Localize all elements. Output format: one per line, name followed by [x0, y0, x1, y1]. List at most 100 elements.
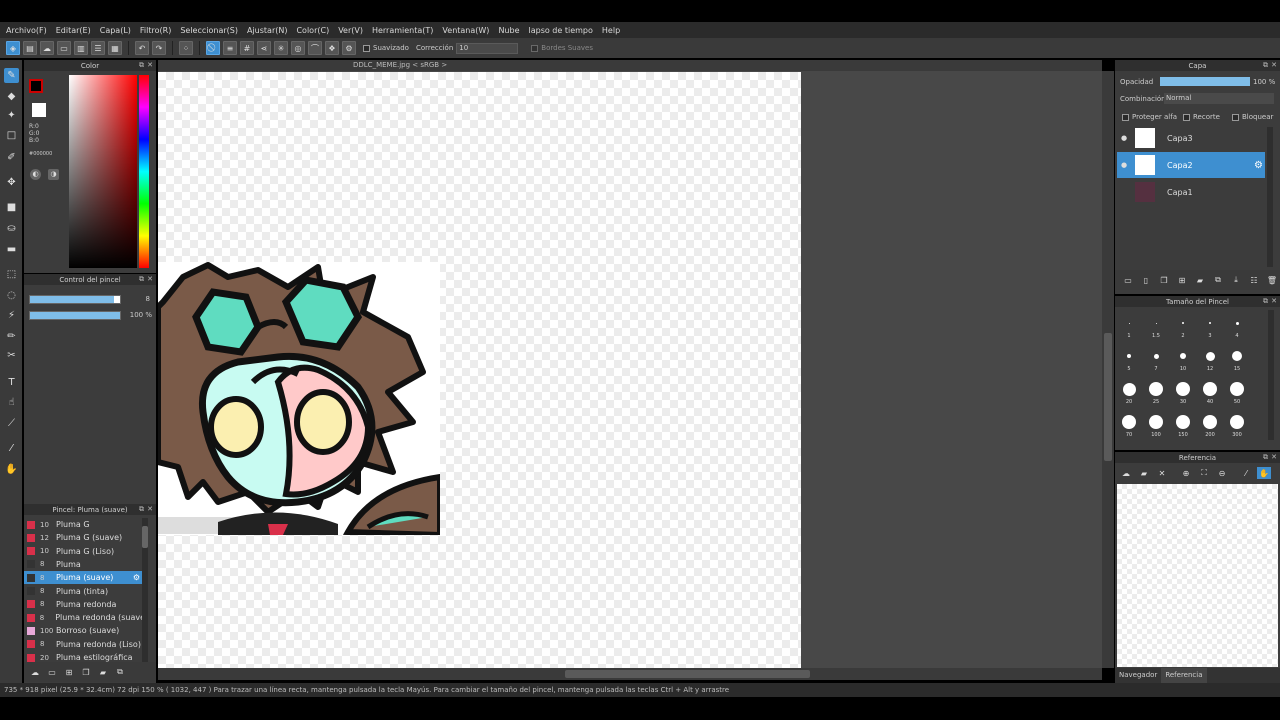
eyedropper-tool-icon[interactable]: ⁄	[4, 441, 19, 456]
brush-size-preset[interactable]	[1127, 354, 1131, 358]
canvas-vertical-scrollbar[interactable]	[1102, 71, 1114, 668]
layer-list-scrollbar[interactable]	[1267, 127, 1273, 267]
brush-list-item[interactable]: 100 Borroso (suave)	[24, 624, 142, 637]
float-icon[interactable]: ⧉	[1263, 297, 1268, 306]
brush-size-preset[interactable]	[1149, 415, 1163, 429]
brush-size-preset[interactable]	[1205, 351, 1215, 361]
curve-snap-icon[interactable]: ⌒	[308, 41, 322, 55]
vanishing-point-icon[interactable]: ⋖	[257, 41, 271, 55]
brush-size-preset[interactable]	[1176, 415, 1190, 429]
brush-settings-gear-icon[interactable]: ⚙	[133, 573, 140, 582]
float-icon[interactable]: ⧉	[139, 275, 144, 284]
snap-off-icon[interactable]: ⃠	[206, 41, 220, 55]
menu-item[interactable]: Nube	[498, 26, 519, 35]
float-icon[interactable]: ⧉	[1263, 453, 1268, 462]
close-icon[interactable]: ✕	[147, 61, 153, 69]
duplicate-layer-icon[interactable]: ❐	[1157, 274, 1171, 286]
brush-size-preset[interactable]	[1153, 353, 1159, 359]
redo-icon[interactable]: ↷	[152, 41, 166, 55]
folder-icon[interactable]: ▰	[1193, 274, 1207, 286]
select-eraser-icon[interactable]: ✂	[4, 348, 19, 363]
brush-list-item[interactable]: 20 Pluma estilográfica	[24, 651, 142, 664]
tab-navigator[interactable]: Navegador	[1115, 668, 1161, 683]
smooth-checkbox[interactable]	[363, 44, 370, 52]
list-icon[interactable]: ☰	[91, 41, 105, 55]
lasso-tool-icon[interactable]: ◌	[4, 288, 19, 303]
foreground-color-swatch[interactable]	[29, 79, 43, 93]
brush-size-preset[interactable]	[1149, 382, 1163, 396]
radial-snap-icon[interactable]: ✳	[274, 41, 288, 55]
brush-tool-icon[interactable]: ✎	[4, 68, 19, 83]
visibility-icon[interactable]: ●	[1117, 134, 1131, 142]
layer-opacity-slider[interactable]	[1160, 77, 1250, 86]
brush-list-item[interactable]: 8 Pluma redonda (suave	[24, 611, 142, 624]
layer-row[interactable]: ● Capa2 ⚙	[1117, 152, 1265, 178]
brush-size-preset[interactable]	[1230, 382, 1244, 396]
brush-size-preset[interactable]	[1155, 322, 1157, 324]
close-icon[interactable]: ✕	[1271, 61, 1277, 69]
text-tool-icon[interactable]: T	[4, 375, 19, 390]
deselect-icon[interactable]: ⁘	[179, 41, 193, 55]
blend-mode-dropdown[interactable]: Normal	[1164, 93, 1274, 104]
menu-item[interactable]: lapso de tiempo	[529, 26, 593, 35]
copy-layer-icon[interactable]: ⧉	[1211, 274, 1225, 286]
zoom-out-icon[interactable]: ⊖	[1215, 467, 1229, 479]
menu-item[interactable]: Filtro(R)	[140, 26, 171, 35]
protect-alpha-checkbox[interactable]	[1122, 114, 1129, 121]
delete-layer-icon[interactable]: 🗑	[1265, 274, 1279, 286]
circle-snap-icon[interactable]: ◎	[291, 41, 305, 55]
grid-icon[interactable]: ▦	[108, 41, 122, 55]
color-palette-icon[interactable]: ◑	[48, 169, 59, 180]
color-wheel-icon[interactable]: ◐	[30, 169, 41, 180]
bucket-tool-icon[interactable]: ⛀	[4, 221, 19, 236]
menu-item[interactable]: Ventana(W)	[442, 26, 489, 35]
float-icon[interactable]: ⧉	[139, 61, 144, 70]
menu-item[interactable]: Ver(V)	[338, 26, 363, 35]
open-folder-icon[interactable]: ▰	[1137, 467, 1151, 479]
close-icon[interactable]: ✕	[1155, 467, 1169, 479]
brush-size-preset[interactable]	[1203, 415, 1217, 429]
menu-item[interactable]: Help	[602, 26, 620, 35]
add-brush-icon[interactable]: ⊞	[62, 666, 76, 678]
brush-list-item[interactable]: 8 Pluma	[24, 558, 142, 571]
brush-size-preset[interactable]	[1230, 415, 1244, 429]
select-tool-icon[interactable]: ⬚	[4, 267, 19, 282]
cloud-icon[interactable]: ☁	[40, 41, 54, 55]
lock-checkbox[interactable]	[1232, 114, 1239, 121]
brush-size-preset[interactable]	[1122, 415, 1136, 429]
brush-size-preset[interactable]	[1128, 322, 1130, 324]
soft-edges-checkbox[interactable]	[531, 44, 539, 52]
reference-view[interactable]	[1117, 484, 1278, 667]
menu-item[interactable]: Herramienta(T)	[372, 26, 433, 35]
brush-size-scrollbar[interactable]	[1268, 310, 1274, 440]
new-document-icon[interactable]: ▤	[23, 41, 37, 55]
gradient-tool-icon[interactable]: ▬	[4, 242, 19, 257]
eyedropper-icon[interactable]: ⁄	[1239, 467, 1253, 479]
edit-tool-icon[interactable]: ✐	[4, 150, 19, 165]
close-icon[interactable]: ✕	[147, 275, 153, 283]
new-layer-alt-icon[interactable]: ▯	[1139, 274, 1153, 286]
brush-size-slider[interactable]	[29, 295, 121, 304]
brush-list-item[interactable]: 8 Pluma redonda (Liso)	[24, 638, 142, 651]
correction-dropdown[interactable]: 10	[456, 42, 519, 54]
brush-size-preset[interactable]	[1232, 351, 1242, 361]
folder-icon[interactable]: ▰	[96, 666, 110, 678]
brush-size-preset[interactable]	[1122, 382, 1136, 396]
dot-tool-icon[interactable]: ✦	[4, 108, 19, 123]
brush-size-preset[interactable]	[1182, 322, 1184, 324]
select-pen-icon[interactable]: ✏	[4, 329, 19, 344]
brush-list-scrollbar[interactable]	[142, 518, 148, 668]
menu-item[interactable]: Archivo(F)	[6, 26, 47, 35]
eraser-tool-icon[interactable]: ◆	[4, 89, 19, 104]
brush-list-item[interactable]: 8 Pluma (tinta)	[24, 585, 142, 598]
menu-item[interactable]: Editar(E)	[56, 26, 91, 35]
brush-list-item[interactable]: 8 Pluma (suave) ⚙	[24, 571, 142, 585]
undo-icon[interactable]: ↶	[135, 41, 149, 55]
parallel-snap-icon[interactable]: ≡	[223, 41, 237, 55]
close-icon[interactable]: ✕	[1271, 297, 1277, 305]
cloud-icon[interactable]: ☁	[1119, 467, 1133, 479]
close-icon[interactable]: ✕	[1271, 453, 1277, 461]
cloud-brush-icon[interactable]: ☁	[28, 666, 42, 678]
hue-slider[interactable]	[139, 75, 149, 268]
brush-list-item[interactable]: 8 Pluma redonda	[24, 598, 142, 611]
